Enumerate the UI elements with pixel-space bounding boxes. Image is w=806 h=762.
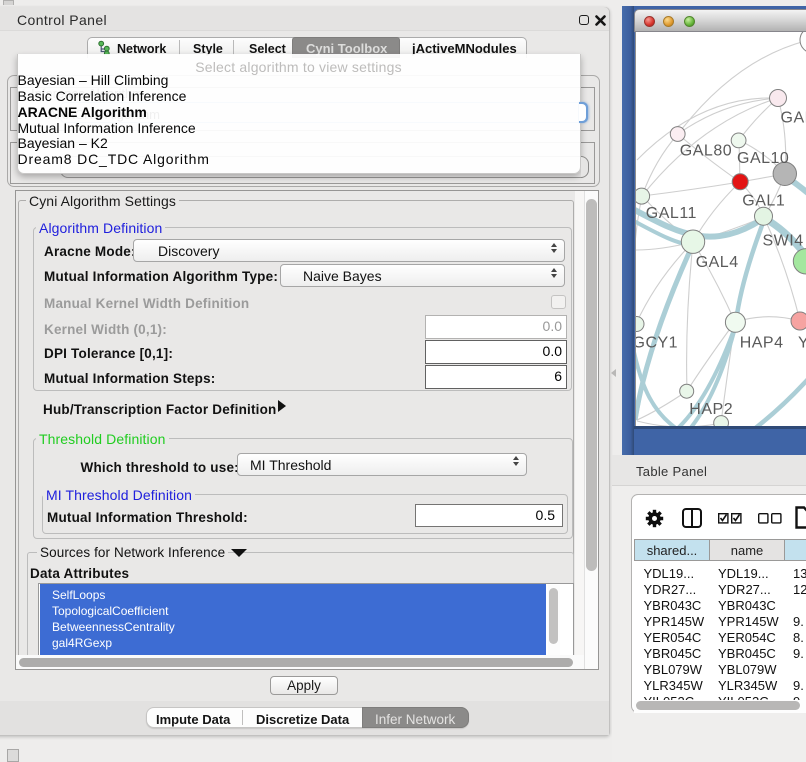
svg-text:GAL80: GAL80 [680, 143, 732, 160]
svg-text:GAL7: GAL7 [781, 110, 806, 127]
svg-text:HAP4: HAP4 [740, 335, 784, 352]
svg-text:GCY1: GCY1 [636, 335, 678, 352]
svg-text:GAL4: GAL4 [696, 254, 739, 271]
svg-text:Y: Y [798, 335, 806, 352]
svg-text:GAL1: GAL1 [742, 192, 785, 209]
svg-text:GAL10: GAL10 [737, 150, 789, 167]
svg-text:GAL11: GAL11 [646, 205, 697, 222]
svg-text:HAP2: HAP2 [689, 401, 733, 418]
svg-text:SWI4: SWI4 [763, 233, 804, 250]
